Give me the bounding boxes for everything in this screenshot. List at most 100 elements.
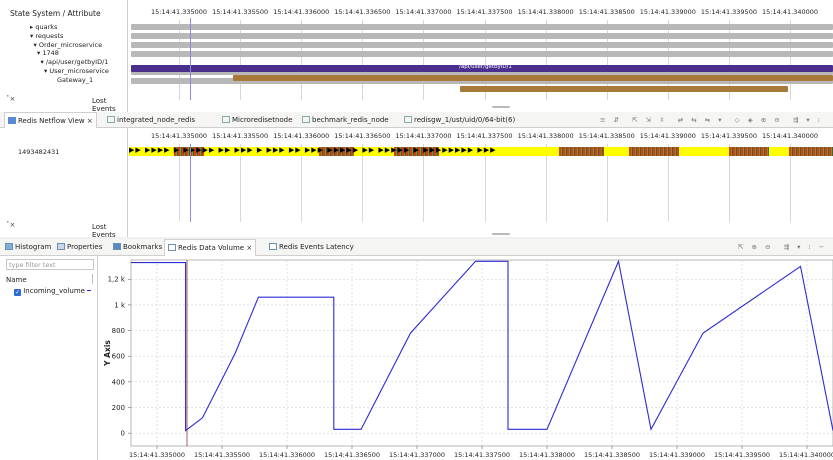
tree-item-label: requests xyxy=(35,31,64,40)
tab-redis-events-latency[interactable]: Redis Events Latency xyxy=(266,239,357,256)
tree-item-label: Order_microservice xyxy=(38,40,103,49)
time-tick-label: 15:14:41.339000 xyxy=(639,132,696,140)
tab-redis-data-volume[interactable]: Redis Data Volume × xyxy=(164,239,257,256)
tree-item-label: Gateway_1 xyxy=(57,75,94,84)
tree-header: State System / Attribute xyxy=(10,9,101,18)
time-tick-label: 15:14:41.340000 xyxy=(762,8,819,16)
tree-item[interactable]: Gateway_1 xyxy=(57,76,93,85)
tree-item[interactable]: ▾ User_microservice xyxy=(44,67,109,76)
legend-swatch xyxy=(87,290,92,291)
lost-events-label: Lost Events xyxy=(92,223,116,237)
time-tick-label: 15:14:41.338000 xyxy=(517,8,574,16)
collapse-icon[interactable]: ˟× xyxy=(6,221,15,229)
tree-item[interactable]: ▾ /api/user/getbyID/1 xyxy=(41,58,109,67)
legend-series-label: Incoming_volume xyxy=(23,287,85,295)
netflow-view: 1493482431 ˟× Lost Events 15:14:41.33500… xyxy=(0,128,833,237)
state-bar-active[interactable]: /api/user/getbyID/1 xyxy=(131,64,833,72)
chart-toolbar-icons[interactable]: ⇱ ⊕ ⊖ ⇶ ▾ ⁝ − xyxy=(738,239,827,255)
state-timeline[interactable]: /api/user/getbyID/1 xyxy=(129,20,833,110)
x-tick-label: 15:14:41.337500 xyxy=(454,451,510,459)
lost-events-label: Lost Events xyxy=(92,97,116,112)
tab-view-2[interactable]: Microredisetnode xyxy=(219,112,295,128)
time-tick-label: 15:14:41.336000 xyxy=(273,132,330,140)
data-volume-chart[interactable]: 0 200 400 600 800 1 k 1,2 k 15:14:41.335000 15:1… xyxy=(98,256,833,460)
legend-item[interactable]: ✓ Incoming_volume xyxy=(14,287,92,296)
time-scale: 15:14:41.335000 15:14:41.335500 15:14:41.3… xyxy=(128,132,833,144)
tab-view-4[interactable]: redisgw_1/ust/uid/0/64-bit(6) xyxy=(401,112,518,128)
state-bar-child[interactable] xyxy=(233,75,833,81)
time-tick-label: 15:14:41.335500 xyxy=(212,132,269,140)
netflow-timeline[interactable]: ▶▶ ▶▶▶▶ ▶ ▶▶▶▶▶ ▶▶ ▶▶▶ ▶ ▶▶▶ ▶▶ ▶▶▶ ▶▶▶▶… xyxy=(129,144,833,224)
tab-histogram[interactable]: Histogram xyxy=(2,239,54,256)
tab-redis-netflow-view[interactable]: Redis Netflow View × xyxy=(4,112,97,128)
table-icon xyxy=(107,116,115,123)
time-tick-label: 15:14:41.337000 xyxy=(395,132,452,140)
cursor-line xyxy=(190,18,191,100)
tab-view-3[interactable]: bechmark_redis_node xyxy=(299,112,392,128)
x-tick-label: 15:14:41.336000 xyxy=(259,451,315,459)
x-tick-label: 15:14:41.339500 xyxy=(714,451,770,459)
y-tick-label: 800 xyxy=(112,327,125,335)
time-tick-label: 15:14:41.337500 xyxy=(456,8,513,16)
tree-item-label: /api/user/getbyID/1 xyxy=(45,58,109,67)
tree-item[interactable]: ▾ 1748 xyxy=(37,49,59,58)
tab-label: integrated_node_redis xyxy=(117,116,196,124)
cursor-line xyxy=(190,144,191,222)
tab-label: Histogram xyxy=(15,243,52,251)
netflow-events-bar[interactable]: ▶▶ ▶▶▶▶ ▶ ▶▶▶▶▶ ▶▶ ▶▶▶ ▶ ▶▶▶ ▶▶ ▶▶▶ ▶▶▶▶… xyxy=(129,146,833,156)
tab-label: Properties xyxy=(67,243,103,251)
state-bar[interactable] xyxy=(131,42,833,48)
tab-view-1[interactable]: integrated_node_redis xyxy=(104,112,198,128)
tab-label: bechmark_redis_node xyxy=(312,116,389,124)
sash-handle[interactable] xyxy=(492,106,510,108)
gridline xyxy=(301,20,303,100)
collapse-icon[interactable]: ˟× xyxy=(6,95,15,103)
x-tick-label: 15:14:41.338500 xyxy=(584,451,640,459)
tree-item[interactable]: ▾ requests xyxy=(30,32,63,41)
time-tick-label: 15:14:41.336500 xyxy=(334,8,391,16)
table-icon xyxy=(222,116,230,123)
gridline xyxy=(362,20,364,100)
tab-label: Redis Events Latency xyxy=(279,243,354,251)
attribute-tree: State System / Attribute ▸ quarks ▾ reque… xyxy=(0,0,128,112)
properties-icon xyxy=(57,243,65,250)
tab-bookmarks[interactable]: Bookmarks xyxy=(110,239,165,256)
netflow-tree: 1493482431 ˟× Lost Events xyxy=(0,128,128,237)
checkbox[interactable]: ✓ xyxy=(14,289,21,296)
time-tick-label: 15:14:41.337500 xyxy=(456,132,513,140)
y-axis-title: Y Axis xyxy=(103,340,112,367)
x-tick-label: 15:14:41.335000 xyxy=(129,451,185,459)
tree-item[interactable]: ▾ Order_microservice xyxy=(34,41,103,50)
tree-item-label: User_microservice xyxy=(49,67,109,75)
x-tick-label: 15:14:41.335500 xyxy=(194,451,250,459)
y-tick-label: 200 xyxy=(112,404,125,412)
time-tick-label: 15:14:41.336500 xyxy=(334,132,391,140)
gridline xyxy=(179,20,180,100)
tree-item-label: quarks xyxy=(35,23,58,31)
tab-label: redisgw_1/ust/uid/0/64-bit(6) xyxy=(414,116,516,124)
view-icon xyxy=(168,244,176,251)
close-icon[interactable]: × xyxy=(85,117,93,125)
gridline xyxy=(790,20,791,100)
state-system-view: State System / Attribute ▸ quarks ▾ reque… xyxy=(0,0,833,112)
time-tick-label: 15:14:41.339500 xyxy=(700,8,757,16)
state-bar[interactable] xyxy=(131,51,833,57)
tab-label: Redis Data Volume xyxy=(178,244,245,252)
y-tick-label: 600 xyxy=(112,353,125,361)
x-tick-label: 15:14:41.340000 xyxy=(779,451,833,459)
gridline xyxy=(423,20,425,100)
tree-item[interactable]: ▸ quarks xyxy=(30,23,57,32)
state-bar[interactable] xyxy=(131,33,833,39)
y-tick-label: 0 xyxy=(121,430,125,438)
tab-properties[interactable]: Properties xyxy=(54,239,105,256)
time-scale: 15:14:41.335000 15:14:41.335500 15:14:41.3… xyxy=(128,8,833,20)
state-bar-child[interactable] xyxy=(460,86,788,92)
state-bar[interactable] xyxy=(131,24,833,30)
event-arrow-glyphs: ▶▶ ▶▶▶▶ ▶ ▶▶▶▶▶ ▶▶ ▶▶▶ ▶ ▶▶▶ ▶▶ ▶▶▶ ▶▶▶▶… xyxy=(129,146,497,154)
time-tick-label: 15:14:41.339500 xyxy=(700,132,757,140)
sash-handle[interactable] xyxy=(492,233,510,235)
filter-input[interactable] xyxy=(6,259,94,270)
data-volume-view: Name ✓ Incoming_volume 0 200 400 600 800 1 k 1… xyxy=(0,256,833,460)
x-tick-label: 15:14:41.339000 xyxy=(649,451,705,459)
close-icon[interactable]: × xyxy=(244,244,252,252)
